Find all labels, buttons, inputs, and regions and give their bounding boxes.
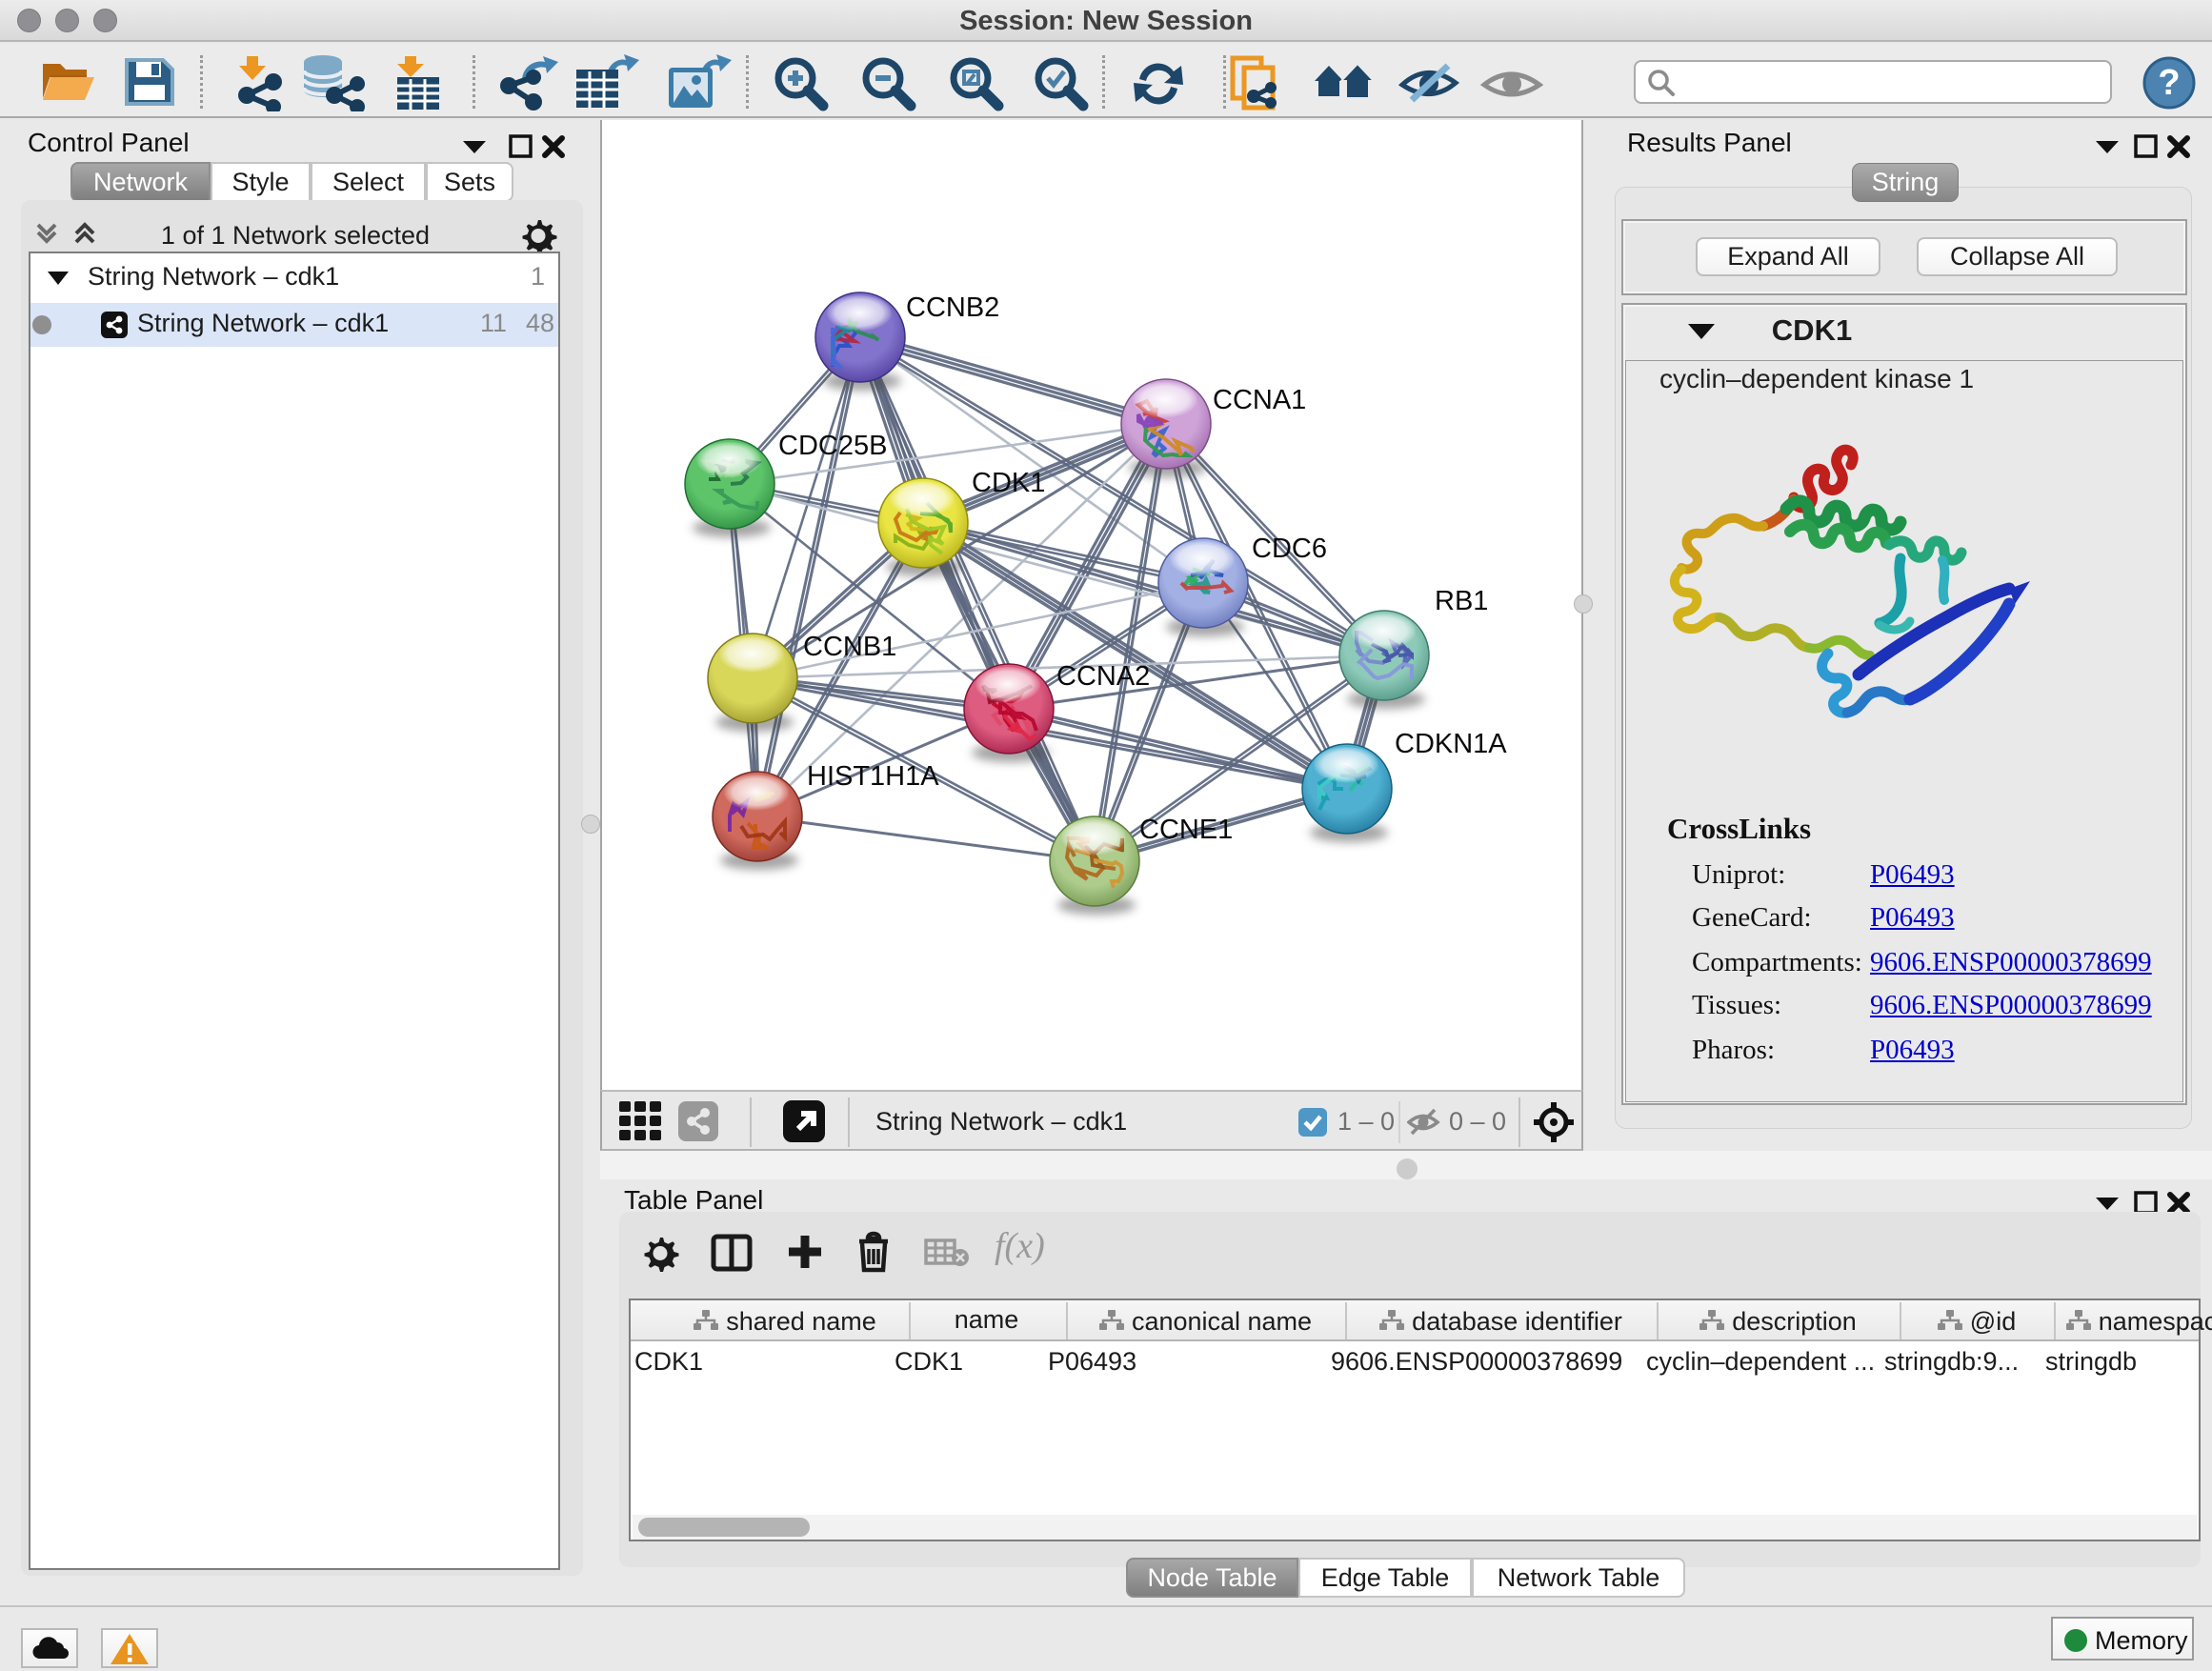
svg-text:CDC25B: CDC25B [778,431,887,461]
svg-text:CCNB2: CCNB2 [906,292,999,323]
svg-text:HIST1H1A: HIST1H1A [807,761,939,792]
svg-text:CCNA2: CCNA2 [1056,661,1150,692]
svg-text:CCNB1: CCNB1 [803,632,896,662]
svg-text:CCNE1: CCNE1 [1139,815,1233,845]
svg-text:RB1: RB1 [1435,586,1488,616]
svg-text:CDC6: CDC6 [1252,534,1327,564]
svg-text:?: ? [2158,63,2180,103]
svg-text:CDKN1A: CDKN1A [1395,729,1507,759]
svg-text:CCNA1: CCNA1 [1213,385,1306,415]
svg-text:CDK1: CDK1 [972,468,1045,498]
